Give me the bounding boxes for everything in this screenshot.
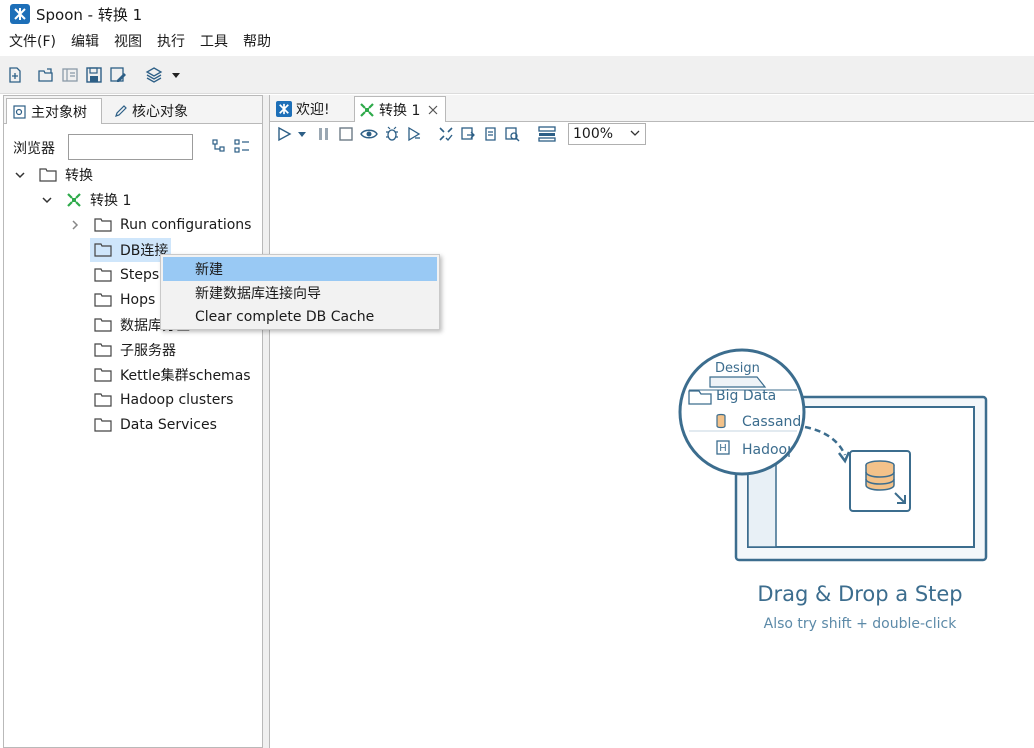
browse-label: 浏览器 bbox=[13, 141, 55, 157]
left-panel: 主对象树 核心对象 浏览器 转换 转换 1 Run configurations… bbox=[3, 95, 263, 748]
stop-icon[interactable] bbox=[338, 126, 354, 142]
sql-icon[interactable] bbox=[482, 126, 498, 142]
pencil-icon bbox=[115, 105, 127, 117]
folder-icon bbox=[94, 343, 112, 357]
window-title: Spoon - 转换 1 bbox=[36, 5, 143, 24]
zoom-value: 100% bbox=[573, 126, 614, 142]
tree-label: Hops bbox=[120, 292, 156, 308]
tree-node-slave-servers[interactable]: 子服务器 bbox=[94, 338, 176, 362]
menu-file[interactable]: 文件(F) bbox=[0, 30, 63, 54]
tree-label: Hadoop clusters bbox=[120, 392, 234, 408]
expand-all-icon[interactable] bbox=[211, 138, 227, 158]
debug-icon[interactable] bbox=[384, 126, 400, 142]
tree-label: Data Services bbox=[120, 417, 217, 433]
tree-node-transformations[interactable]: 转换 bbox=[13, 163, 93, 187]
spoon-logo-icon bbox=[276, 101, 292, 117]
menu-item-db-wizard[interactable]: 新建数据库连接向导 bbox=[163, 281, 437, 305]
left-tab-bar: 主对象树 核心对象 bbox=[4, 96, 262, 124]
run-icon[interactable] bbox=[276, 126, 292, 142]
illus-folder-label: Big Data bbox=[716, 388, 777, 404]
folder-icon bbox=[94, 243, 112, 257]
zoom-select[interactable]: 100% bbox=[568, 123, 646, 145]
illus-design-tab: Design bbox=[715, 361, 760, 376]
close-icon[interactable] bbox=[428, 105, 438, 115]
pause-icon[interactable] bbox=[316, 126, 332, 142]
layers-icon[interactable] bbox=[145, 66, 163, 84]
illus-item-cassandra: Cassandra bbox=[742, 414, 800, 430]
chevron-right-icon[interactable] bbox=[68, 218, 82, 232]
menu-help[interactable]: 帮助 bbox=[235, 30, 278, 54]
menu-bar: 文件(F) 编辑 视图 执行 工具 帮助 bbox=[0, 30, 1034, 54]
title-bar: Spoon - 转换 1 bbox=[0, 0, 1034, 28]
tab-transformation-label: 转换 1 bbox=[379, 102, 421, 119]
tree-node-hadoop-clusters[interactable]: Hadoop clusters bbox=[94, 388, 233, 412]
impact-icon[interactable] bbox=[460, 126, 476, 142]
browse-row: 浏览器 bbox=[4, 132, 262, 162]
folder-icon bbox=[94, 293, 112, 307]
tree-label: 转换 bbox=[65, 168, 93, 184]
tree-label: 转换 1 bbox=[90, 193, 132, 209]
editor-tab-bar: 欢迎! 转换 1 bbox=[270, 95, 1034, 122]
tree-node-data-services[interactable]: Data Services bbox=[94, 413, 217, 437]
context-menu: 新建 新建数据库连接向导 Clear complete DB Cache bbox=[160, 254, 440, 330]
folder-icon bbox=[94, 368, 112, 382]
tab-welcome-label: 欢迎! bbox=[296, 102, 330, 118]
tab-core-objects[interactable]: 核心对象 bbox=[104, 98, 196, 124]
folder-icon bbox=[39, 168, 57, 182]
tree-node-hops[interactable]: Hops bbox=[94, 288, 155, 312]
browse-search-input[interactable] bbox=[68, 134, 193, 160]
tree-node-cluster-schemas[interactable]: Kettle集群schemas bbox=[94, 363, 251, 387]
explore-repo-icon[interactable] bbox=[61, 66, 79, 84]
folder-icon bbox=[94, 268, 112, 282]
spoon-logo-icon bbox=[10, 4, 30, 24]
tab-main-tree-label: 主对象树 bbox=[31, 104, 87, 121]
drag-drop-subtitle: Also try shift + double-click bbox=[763, 616, 957, 632]
transformation-icon bbox=[67, 193, 81, 207]
main-toolbar bbox=[0, 56, 1034, 94]
drag-drop-illustration: H bbox=[678, 348, 988, 562]
tab-transformation-1[interactable]: 转换 1 bbox=[354, 96, 446, 122]
verify-icon[interactable] bbox=[438, 126, 454, 142]
tree-label: Kettle集群schemas bbox=[120, 368, 251, 384]
new-file-icon[interactable] bbox=[6, 66, 24, 84]
drag-drop-title: Drag & Drop a Step bbox=[757, 582, 963, 606]
illus-item-hadoop: Hadoop bbox=[742, 442, 790, 458]
svg-text:H: H bbox=[719, 443, 726, 454]
menu-tools[interactable]: 工具 bbox=[192, 30, 235, 54]
menu-item-clear-cache[interactable]: Clear complete DB Cache bbox=[163, 305, 437, 329]
folder-icon bbox=[94, 393, 112, 407]
explore-db-icon[interactable] bbox=[504, 126, 520, 142]
menu-edit[interactable]: 编辑 bbox=[63, 30, 106, 54]
tree-label: 子服务器 bbox=[120, 343, 176, 359]
save-as-icon[interactable] bbox=[109, 66, 127, 84]
folder-icon bbox=[94, 218, 112, 232]
chevron-down-icon[interactable] bbox=[13, 168, 27, 182]
replay-icon[interactable] bbox=[406, 126, 422, 142]
folder-icon bbox=[94, 418, 112, 432]
transformation-icon bbox=[360, 102, 374, 117]
tab-welcome[interactable]: 欢迎! bbox=[272, 96, 354, 122]
search-doc-icon bbox=[13, 104, 26, 119]
tree-node-transformation-1[interactable]: 转换 1 bbox=[40, 188, 131, 212]
save-icon[interactable] bbox=[85, 66, 103, 84]
run-dropdown-icon[interactable] bbox=[296, 126, 312, 142]
grid-layout-icon[interactable] bbox=[538, 126, 556, 142]
tab-core-objects-label: 核心对象 bbox=[132, 104, 188, 120]
collapse-all-icon[interactable] bbox=[234, 138, 250, 158]
menu-run[interactable]: 执行 bbox=[149, 30, 192, 54]
chevron-down-icon bbox=[630, 130, 640, 136]
menu-item-new[interactable]: 新建 bbox=[163, 257, 437, 281]
menu-view[interactable]: 视图 bbox=[106, 30, 149, 54]
tree-label: Run configurations bbox=[120, 217, 252, 233]
open-folder-icon[interactable] bbox=[37, 66, 55, 84]
tab-main-tree[interactable]: 主对象树 bbox=[6, 98, 102, 124]
transformation-toolbar: 100% bbox=[270, 122, 1034, 146]
chevron-down-icon[interactable] bbox=[40, 193, 54, 207]
tree-node-steps[interactable]: Steps bbox=[94, 263, 159, 287]
preview-eye-icon[interactable] bbox=[360, 126, 378, 142]
folder-icon bbox=[94, 318, 112, 332]
tree-label: Steps bbox=[120, 267, 160, 283]
dropdown-arrow-icon[interactable] bbox=[170, 66, 188, 84]
tree-node-run-configurations[interactable]: Run configurations bbox=[68, 213, 251, 237]
